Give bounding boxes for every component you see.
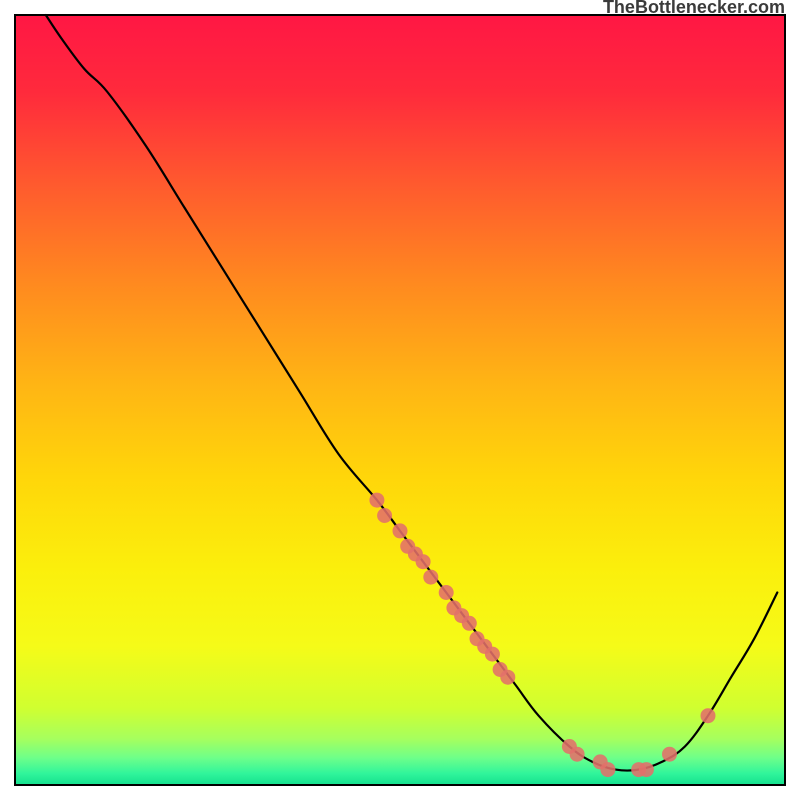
data-point [500, 670, 515, 685]
data-point [662, 747, 677, 762]
data-point [462, 616, 477, 631]
data-point [377, 508, 392, 523]
data-point [439, 585, 454, 600]
data-point [393, 523, 408, 538]
data-point [639, 762, 654, 777]
data-point [600, 762, 615, 777]
data-point [485, 647, 500, 662]
watermark-text: TheBottlenecker.com [603, 0, 785, 17]
data-point [416, 554, 431, 569]
data-point [701, 708, 716, 723]
data-point [570, 747, 585, 762]
data-point [369, 493, 384, 508]
plot-background [15, 15, 785, 785]
bottleneck-chart: TheBottlenecker.com [0, 0, 800, 800]
data-point [423, 570, 438, 585]
